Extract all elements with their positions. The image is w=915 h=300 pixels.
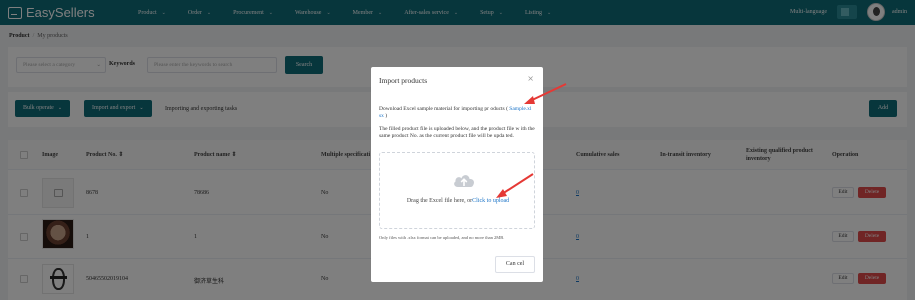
- annotation-arrow-sample: [524, 83, 567, 104]
- annotation-arrow-upload: [496, 173, 534, 198]
- annotation-arrows: [496, 83, 567, 198]
